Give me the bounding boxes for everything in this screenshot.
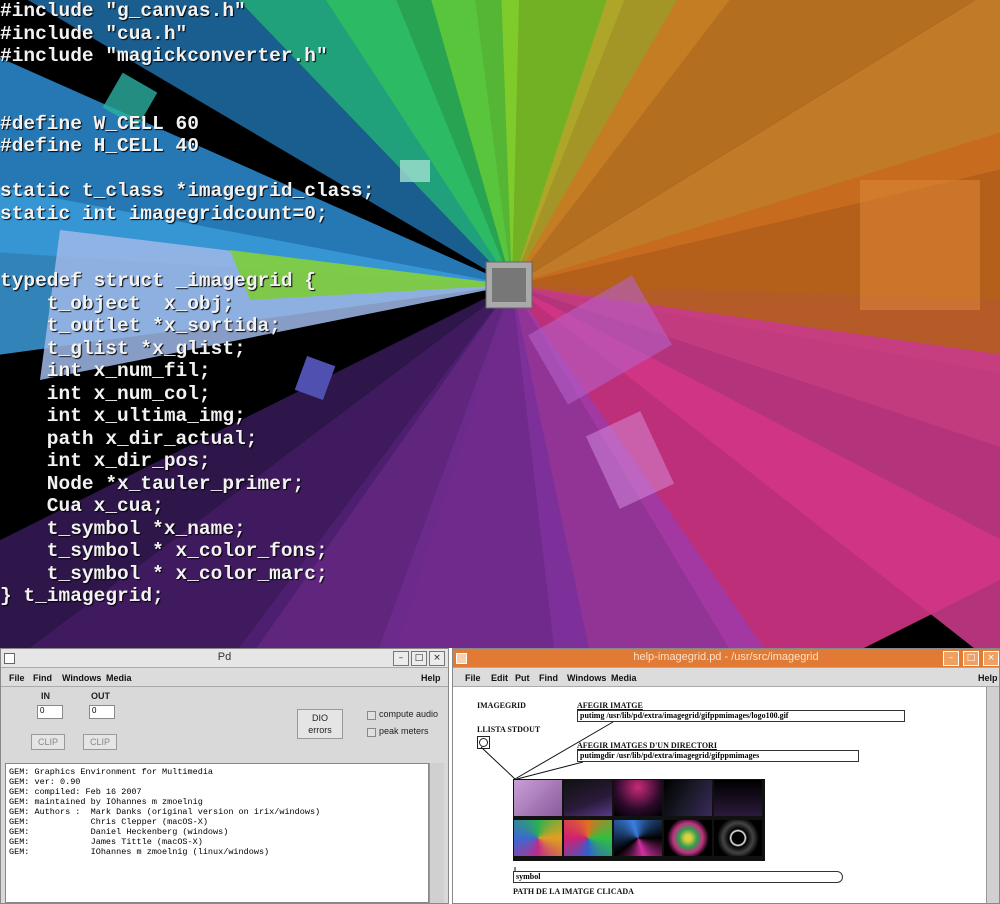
canvas-scrollbar[interactable]: [986, 687, 999, 903]
console-line: GEM: Daniel Heckenberg (windows): [9, 827, 229, 837]
code-line: typedef struct _imagegrid {: [0, 270, 316, 292]
console-line: GEM: Graphics Environment for Multimedia: [9, 767, 214, 777]
peak-meters-checkbox[interactable]: [367, 728, 376, 737]
clip-out-button[interactable]: CLIP: [83, 734, 117, 750]
code-line: t_symbol *x_name;: [0, 517, 246, 540]
code-line: Cua x_cua;: [0, 495, 164, 517]
menu-media[interactable]: Media: [106, 673, 132, 683]
out-label: OUT: [91, 691, 110, 701]
console-line: GEM: ver: 0.90: [9, 777, 81, 787]
code-line: int x_dir_pos;: [0, 450, 211, 472]
maximize-icon[interactable]: □: [963, 651, 979, 666]
code-line: int x_num_col;: [0, 382, 211, 405]
pd-window-title: Pd: [217, 651, 232, 663]
menu-windows[interactable]: Windows: [62, 673, 101, 683]
menu-help[interactable]: Help: [978, 673, 998, 683]
peak-meters-label: peak meters: [379, 726, 429, 736]
code-line: #include "g_canvas.h": [0, 0, 246, 22]
menu-find[interactable]: Find: [539, 673, 558, 683]
pd-main-window: Pd – □ × File Find Windows Media Help IN…: [0, 648, 449, 904]
thumbnail-image[interactable]: [664, 780, 712, 816]
thumbnail-image[interactable]: [714, 820, 762, 856]
menu-windows[interactable]: Windows: [567, 673, 606, 683]
menu-help[interactable]: Help: [421, 673, 441, 683]
code-line: } t_imagegrid;: [0, 585, 164, 607]
code-line: t_glist *x_glist;: [0, 337, 246, 360]
thumbnail-image[interactable]: [664, 820, 712, 856]
source-code-overlay: #include "g_canvas.h" #include "cua.h" #in…: [0, 0, 374, 608]
console-line: GEM: Authors : Mark Danks (original vers…: [9, 807, 321, 817]
code-line: int x_num_fil;: [0, 360, 211, 382]
help-window-title: help-imagegrid.pd - /usr/src/imagegrid: [633, 651, 819, 663]
console-line: GEM: James Tittle (macOS-X): [9, 837, 203, 847]
thumbnail-image[interactable]: [614, 820, 662, 856]
menu-file[interactable]: File: [9, 673, 25, 683]
code-line: int x_ultima_img;: [0, 405, 246, 427]
thumbnail-image[interactable]: [514, 820, 562, 856]
code-line: t_symbol * x_color_marc;: [0, 562, 328, 585]
console-scrollbar[interactable]: [429, 763, 444, 903]
menu-find[interactable]: Find: [33, 673, 52, 683]
path-comment: PATH DE LA IMATGE CLICADA: [513, 887, 634, 896]
clip-in-button[interactable]: CLIP: [31, 734, 65, 750]
code-line: #define H_CELL 40: [0, 135, 199, 157]
thumbnail-image[interactable]: [514, 780, 562, 816]
errors-label: errors: [308, 725, 332, 735]
code-line: t_object x_obj;: [0, 292, 235, 315]
code-line: #include "cua.h": [0, 22, 188, 45]
pd-menubar: File Find Windows Media Help: [1, 668, 448, 687]
dio-errors-button[interactable]: DIO errors: [297, 709, 343, 739]
console-line: GEM: IOhannes m zmoelnig (linux/windows): [9, 847, 270, 857]
maximize-icon[interactable]: □: [411, 651, 427, 666]
minimize-icon[interactable]: –: [393, 651, 409, 666]
thumbnail-image[interactable]: [564, 780, 612, 816]
code-line: static t_class *imagegrid_class;: [0, 180, 375, 202]
in-label: IN: [41, 691, 50, 701]
compute-audio-checkbox[interactable]: [367, 711, 376, 720]
code-line: #include "magickconverter.h": [0, 45, 328, 67]
symbol-atom[interactable]: symbol: [513, 871, 843, 883]
in-level-field: 0: [37, 705, 63, 719]
console-line: GEM: Chris Clepper (macOS-X): [9, 817, 208, 827]
help-titlebar: help-imagegrid.pd - /usr/src/imagegrid –…: [453, 649, 999, 668]
close-icon[interactable]: ×: [429, 651, 445, 666]
pd-titlebar: Pd – □ ×: [1, 649, 448, 668]
code-line: Node *x_tauler_primer;: [0, 472, 305, 495]
console-output: GEM: Graphics Environment for Multimedia…: [5, 763, 429, 903]
code-line: #define W_CELL 60: [0, 112, 199, 135]
close-icon[interactable]: ×: [983, 651, 999, 666]
visualization-background: #include "g_canvas.h" #include "cua.h" #in…: [0, 0, 1000, 648]
compute-audio-label: compute audio: [379, 709, 439, 719]
thumbnail-image[interactable]: [714, 780, 762, 816]
menu-media[interactable]: Media: [611, 673, 637, 683]
code-line: t_symbol * x_color_fons;: [0, 540, 328, 562]
thumbnail-image[interactable]: [614, 780, 662, 816]
menu-file[interactable]: File: [465, 673, 481, 683]
code-line: path x_dir_actual;: [0, 427, 258, 450]
console-line: GEM: compiled: Feb 16 2007: [9, 787, 142, 797]
help-imagegrid-window: help-imagegrid.pd - /usr/src/imagegrid –…: [452, 648, 1000, 904]
menu-edit[interactable]: Edit: [491, 673, 508, 683]
dio-label: DIO: [311, 713, 328, 723]
imagegrid-object[interactable]: [513, 779, 765, 861]
help-menubar: File Edit Put Find Windows Media Help: [453, 668, 999, 687]
code-line: t_outlet *x_sortida;: [0, 315, 281, 337]
minimize-icon[interactable]: –: [943, 651, 959, 666]
out-level-field: 0: [89, 705, 115, 719]
code-line: static int imagegridcount=0;: [0, 202, 328, 225]
patch-canvas: IMAGEGRID AFEGIR IMATGE putimg /usr/lib/…: [453, 687, 983, 903]
console-line: GEM: maintained by IOhannes m zmoelnig: [9, 797, 203, 807]
menu-put[interactable]: Put: [515, 673, 530, 683]
thumbnail-image[interactable]: [564, 820, 612, 856]
